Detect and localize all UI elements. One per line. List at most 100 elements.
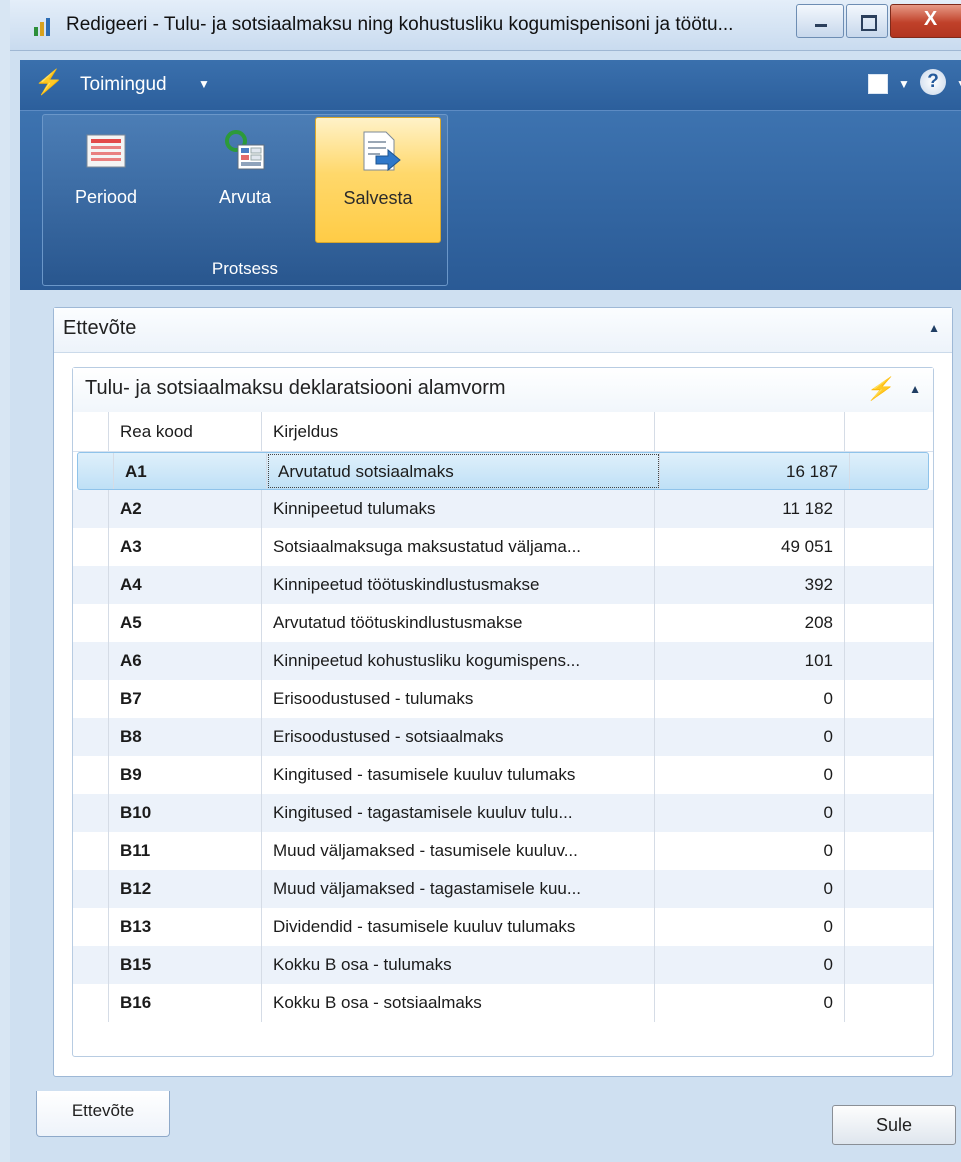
row-description[interactable]: Kokku B osa - tulumaks <box>262 946 655 984</box>
row-value[interactable]: 0 <box>655 946 845 984</box>
row-description[interactable]: Kingitused - tagastamisele kuuluv tulu..… <box>262 794 655 832</box>
subform-collapse-chevron-up-icon[interactable]: ▲ <box>909 382 921 396</box>
row-selector[interactable] <box>73 528 109 566</box>
layout-icon[interactable] <box>868 74 888 94</box>
close-window-button[interactable]: X <box>890 4 961 38</box>
row-code[interactable]: B11 <box>109 832 262 870</box>
row-code[interactable]: B15 <box>109 946 262 984</box>
row-selector[interactable] <box>73 946 109 984</box>
row-description[interactable]: Muud väljamaksed - tasumisele kuuluv... <box>262 832 655 870</box>
row-selector[interactable] <box>78 453 114 489</box>
row-value[interactable]: 392 <box>655 566 845 604</box>
row-value[interactable]: 101 <box>655 642 845 680</box>
row-description[interactable]: Sotsiaalmaksuga maksustatud väljama... <box>262 528 655 566</box>
row-code[interactable]: B12 <box>109 870 262 908</box>
row-value[interactable]: 0 <box>655 718 845 756</box>
row-description[interactable]: Kokku B osa - sotsiaalmaks <box>262 984 655 1022</box>
row-extra[interactable] <box>845 680 933 718</box>
row-selector[interactable] <box>73 566 109 604</box>
row-selector[interactable] <box>73 642 109 680</box>
row-selector[interactable] <box>73 870 109 908</box>
row-extra[interactable] <box>845 832 933 870</box>
row-value[interactable]: 0 <box>655 984 845 1022</box>
row-selector[interactable] <box>73 756 109 794</box>
row-selector[interactable] <box>73 604 109 642</box>
table-row[interactable]: B8 Erisoodustused - sotsiaalmaks 0 <box>73 718 933 756</box>
row-description[interactable]: Arvutatud töötuskindlustusmakse <box>262 604 655 642</box>
save-button[interactable]: Salvesta <box>315 117 441 243</box>
row-extra[interactable] <box>845 794 933 832</box>
row-description[interactable]: Dividendid - tasumisele kuuluv tulumaks <box>262 908 655 946</box>
row-selector[interactable] <box>73 984 109 1022</box>
row-code[interactable]: A1 <box>114 453 267 489</box>
row-code[interactable]: A3 <box>109 528 262 566</box>
row-description[interactable]: Erisoodustused - tulumaks <box>262 680 655 718</box>
row-value[interactable]: 0 <box>655 908 845 946</box>
row-extra[interactable] <box>845 984 933 1022</box>
row-code[interactable]: B7 <box>109 680 262 718</box>
row-value[interactable]: 16 187 <box>660 453 850 489</box>
maximize-button[interactable] <box>846 4 888 38</box>
collapse-chevron-up-icon[interactable]: ▲ <box>928 321 940 335</box>
table-row[interactable]: B13 Dividendid - tasumisele kuuluv tuluma… <box>73 908 933 946</box>
minimize-button[interactable] <box>796 4 844 38</box>
table-row[interactable]: B15 Kokku B osa - tulumaks 0 <box>73 946 933 984</box>
table-row[interactable]: B10 Kingitused - tagastamisele kuuluv tul… <box>73 794 933 832</box>
close-button[interactable]: Sule <box>832 1105 956 1145</box>
company-fasttab-header[interactable]: Ettevõte ▲ <box>54 308 952 353</box>
row-value[interactable]: 208 <box>655 604 845 642</box>
table-row[interactable]: B16 Kokku B osa - sotsiaalmaks 0 <box>73 984 933 1022</box>
table-row[interactable]: B7 Erisoodustused - tulumaks 0 <box>73 680 933 718</box>
row-code[interactable]: A2 <box>109 490 262 528</box>
help-chevron-down-icon[interactable]: ▼ <box>956 77 961 91</box>
row-code[interactable]: B8 <box>109 718 262 756</box>
row-selector[interactable] <box>73 832 109 870</box>
table-row[interactable]: A2 Kinnipeetud tulumaks 11 182 <box>73 490 933 528</box>
row-description[interactable]: Kinnipeetud töötuskindlustusmakse <box>262 566 655 604</box>
row-selector[interactable] <box>73 680 109 718</box>
layout-chevron-down-icon[interactable]: ▼ <box>898 77 910 91</box>
row-extra[interactable] <box>845 946 933 984</box>
table-row[interactable]: B11 Muud väljamaksed - tasumisele kuuluv.… <box>73 832 933 870</box>
period-button[interactable]: Periood <box>43 117 169 243</box>
column-header-code[interactable]: Rea kood <box>109 412 262 451</box>
table-row[interactable]: B9 Kingitused - tasumisele kuuluv tulumak… <box>73 756 933 794</box>
row-extra[interactable] <box>845 870 933 908</box>
actions-chevron-down-icon[interactable]: ▼ <box>198 77 210 91</box>
row-selector[interactable] <box>73 490 109 528</box>
row-code[interactable]: A6 <box>109 642 262 680</box>
subform-actions-lightning-icon[interactable]: ⚡ <box>866 376 893 402</box>
row-selector[interactable] <box>73 718 109 756</box>
row-extra[interactable] <box>845 718 933 756</box>
row-description[interactable]: Erisoodustused - sotsiaalmaks <box>262 718 655 756</box>
tab-company[interactable]: Ettevõte <box>36 1091 170 1137</box>
column-header-value[interactable] <box>655 412 845 451</box>
row-code[interactable]: B16 <box>109 984 262 1022</box>
row-extra[interactable] <box>845 490 933 528</box>
calculate-button[interactable]: Arvuta <box>182 117 308 243</box>
row-extra[interactable] <box>845 528 933 566</box>
row-description[interactable]: Muud väljamaksed - tagastamisele kuu... <box>262 870 655 908</box>
row-value[interactable]: 49 051 <box>655 528 845 566</box>
row-value[interactable]: 0 <box>655 870 845 908</box>
table-row[interactable]: A1 Arvutatud sotsiaalmaks 16 187 <box>77 452 929 490</box>
row-value[interactable]: 0 <box>655 756 845 794</box>
row-code[interactable]: B9 <box>109 756 262 794</box>
row-extra[interactable] <box>845 566 933 604</box>
row-selector[interactable] <box>73 794 109 832</box>
table-row[interactable]: A6 Kinnipeetud kohustusliku kogumispens..… <box>73 642 933 680</box>
row-extra[interactable] <box>845 642 933 680</box>
row-code[interactable]: B13 <box>109 908 262 946</box>
row-value[interactable]: 0 <box>655 680 845 718</box>
row-value[interactable]: 11 182 <box>655 490 845 528</box>
row-code[interactable]: A5 <box>109 604 262 642</box>
row-value[interactable]: 0 <box>655 832 845 870</box>
row-extra[interactable] <box>845 908 933 946</box>
row-code[interactable]: B10 <box>109 794 262 832</box>
row-extra[interactable] <box>845 604 933 642</box>
table-row[interactable]: A5 Arvutatud töötuskindlustusmakse 208 <box>73 604 933 642</box>
row-code[interactable]: A4 <box>109 566 262 604</box>
row-selector[interactable] <box>73 908 109 946</box>
row-extra[interactable] <box>845 756 933 794</box>
table-row[interactable]: A4 Kinnipeetud töötuskindlustusmakse 392 <box>73 566 933 604</box>
